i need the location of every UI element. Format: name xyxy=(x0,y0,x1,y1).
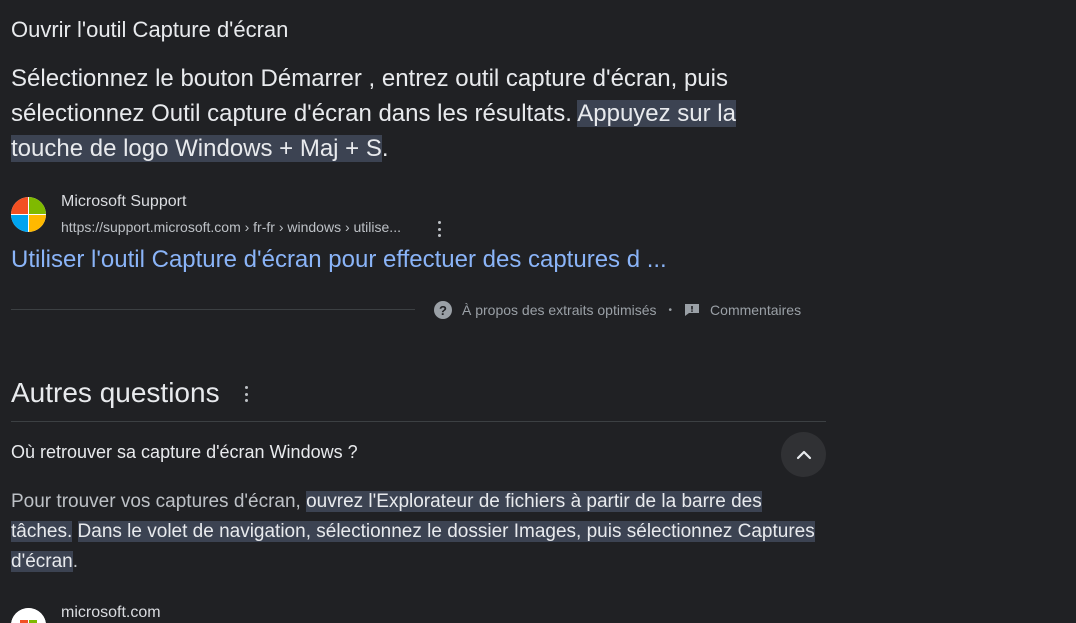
source-name[interactable]: microsoft.com xyxy=(61,604,161,622)
divider xyxy=(11,309,415,310)
feedback-link[interactable]: Commentaires xyxy=(710,302,801,318)
microsoft-logo-icon xyxy=(11,197,46,232)
paa-question[interactable]: Où retrouver sa capture d'écran Windows … xyxy=(11,442,358,463)
more-options-icon[interactable] xyxy=(437,221,441,237)
source-url[interactable]: https://support.microsoft.com › fr-fr › … xyxy=(61,219,401,235)
more-options-icon[interactable] xyxy=(244,386,248,402)
answer-text-plain: Pour trouver vos captures d'écran, xyxy=(11,491,307,512)
source-name[interactable]: Microsoft Support xyxy=(61,193,186,211)
search-results-page: Ouvrir l'outil Capture d'écran Sélection… xyxy=(0,0,1076,623)
snippet-text-highlight: touche de logo Windows + Maj + S xyxy=(11,135,382,162)
result-title-link[interactable]: Utiliser l'outil Capture d'écran pour ef… xyxy=(11,246,667,274)
collapse-button[interactable] xyxy=(781,432,826,477)
help-icon[interactable]: ? xyxy=(434,301,452,319)
answer-space xyxy=(72,521,77,542)
answer-text-highlight: Dans le volet de navigation, sélectionne… xyxy=(11,521,815,572)
separator-dot: • xyxy=(668,304,673,316)
divider xyxy=(11,421,826,422)
chevron-up-icon xyxy=(796,450,811,459)
microsoft-logo-icon xyxy=(11,608,46,623)
snippet-footer: ? À propos des extraits optimisés • Comm… xyxy=(434,299,801,321)
feedback-icon[interactable] xyxy=(684,303,700,317)
snippet-text: Sélectionnez le bouton Démarrer , entrez… xyxy=(11,61,811,166)
snippet-title: Ouvrir l'outil Capture d'écran xyxy=(11,17,289,42)
source-attribution[interactable]: Microsoft Support https://support.micros… xyxy=(11,193,511,237)
paa-source[interactable]: microsoft.com xyxy=(11,604,311,623)
snippet-text-end: . xyxy=(381,135,389,162)
people-also-ask-title: Autres questions xyxy=(11,377,220,408)
answer-text-end: . xyxy=(72,551,79,572)
snippet-text-highlight: Appuyez sur la xyxy=(577,100,736,127)
paa-answer: Pour trouver vos captures d'écran, ouvre… xyxy=(11,487,826,577)
about-snippets-link[interactable]: À propos des extraits optimisés xyxy=(462,302,657,318)
